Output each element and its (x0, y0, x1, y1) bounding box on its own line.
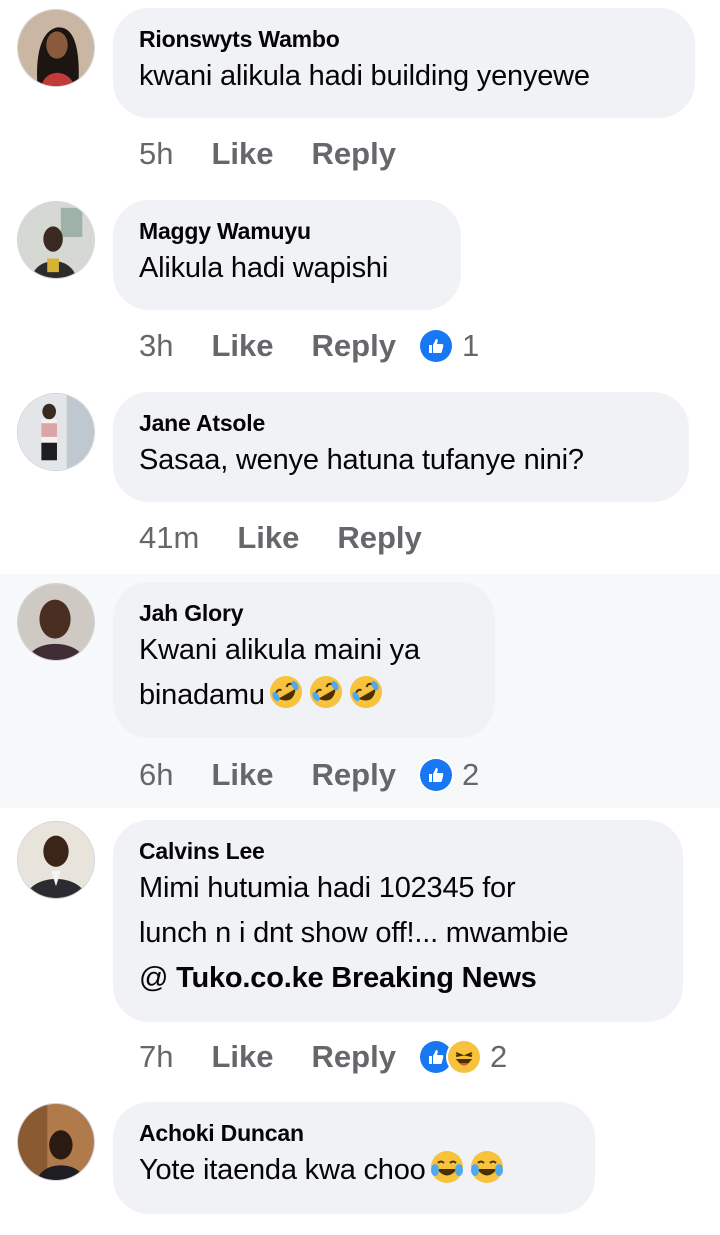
avatar[interactable] (17, 821, 95, 899)
rolling-on-floor-laughing-emoji (349, 676, 382, 708)
reaction-count: 2 (489, 1039, 508, 1074)
like-button[interactable]: Like (211, 136, 273, 172)
comment-text-part: binadamu (139, 679, 265, 711)
comment-bubble: Rionswyts Wambo kwani alikula hadi build… (113, 8, 695, 118)
comment-item: Jane Atsole Sasaa, wenye hatuna tufanye … (0, 384, 720, 574)
avatar[interactable] (17, 201, 95, 279)
comment-actions: 3h Like Reply 1 (139, 324, 479, 368)
comment-actions: 7h Like Reply 2 (139, 1035, 507, 1079)
comment-text: Sasaa, wenye hatuna tufanye nini? (139, 444, 584, 476)
comment-item: Rionswyts Wambo kwani alikula hadi build… (0, 0, 720, 192)
comment-time[interactable]: 3h (139, 328, 173, 364)
comment-author[interactable]: Maggy Wamuyu (139, 216, 435, 246)
like-button[interactable]: Like (211, 328, 273, 364)
reply-button[interactable]: Reply (312, 757, 396, 793)
reply-button[interactable]: Reply (312, 136, 396, 172)
comment-text: Yote itaenda kwa choo (139, 1148, 569, 1193)
comment-text-line: Mimi hutumia hadi 102345 for (139, 872, 516, 904)
comment-item: Calvins Lee Mimi hutumia hadi 102345 for… (0, 808, 720, 1092)
like-button[interactable]: Like (211, 1039, 273, 1075)
comment-bubble: Calvins Lee Mimi hutumia hadi 102345 for… (113, 820, 683, 1022)
comment-item: Achoki Duncan Yote itaenda kwa choo (0, 1092, 720, 1235)
comment-text: Mimi hutumia hadi 102345 for lunch n i d… (139, 866, 657, 1001)
comment-time[interactable]: 7h (139, 1039, 173, 1075)
avatar[interactable] (17, 9, 95, 87)
comment-actions: 41m Like Reply (139, 516, 460, 560)
comment-item: Jah Glory Kwani alikula maini ya binadam… (0, 574, 720, 808)
comment-text-line: @ Tuko.co.ke Breaking News (139, 956, 657, 1001)
comment-text-line: Kwani alikula maini ya (139, 634, 420, 666)
comment-text: Kwani alikula maini ya binadamu (139, 628, 469, 718)
comment-bubble: Jane Atsole Sasaa, wenye hatuna tufanye … (113, 392, 689, 502)
comment-time[interactable]: 41m (139, 520, 199, 556)
avatar[interactable] (17, 393, 95, 471)
like-button[interactable]: Like (211, 757, 273, 793)
comment-time[interactable]: 6h (139, 757, 173, 793)
comment-author[interactable]: Rionswyts Wambo (139, 24, 669, 54)
comment-author[interactable]: Jah Glory (139, 598, 469, 628)
rolling-on-floor-laughing-emoji (269, 676, 302, 708)
comment-actions: 5h Like Reply (139, 132, 434, 176)
comment-author[interactable]: Jane Atsole (139, 408, 663, 438)
face-with-tears-of-joy-emoji (430, 1151, 463, 1183)
reply-button[interactable]: Reply (312, 328, 396, 364)
page-mention-link[interactable]: Tuko.co.ke Breaking News (176, 962, 537, 994)
comment-text-line: binadamu (139, 673, 469, 718)
comment-author[interactable]: Achoki Duncan (139, 1118, 569, 1148)
comment-text-part: Yote itaenda kwa choo (139, 1154, 426, 1186)
avatar[interactable] (17, 1103, 95, 1181)
comment-text: Alikula hadi wapishi (139, 252, 389, 284)
comment-bubble: Maggy Wamuyu Alikula hadi wapishi (113, 200, 461, 310)
reaction-count: 2 (461, 757, 480, 792)
reaction-count: 1 (461, 328, 480, 363)
reaction-summary[interactable]: 2 (419, 757, 480, 793)
comment-actions: 6h Like Reply 2 (139, 753, 479, 797)
comment-bubble: Jah Glory Kwani alikula maini ya binadam… (113, 582, 495, 738)
reply-button[interactable]: Reply (337, 520, 421, 556)
like-icon (419, 759, 452, 791)
comment-bubble: Achoki Duncan Yote itaenda kwa choo (113, 1102, 595, 1214)
face-with-tears-of-joy-emoji (470, 1151, 503, 1183)
comment-text-line: lunch n i dnt show off!... mwambie (139, 917, 569, 949)
avatar[interactable] (17, 583, 95, 661)
rolling-on-floor-laughing-emoji (309, 676, 342, 708)
haha-icon (447, 1041, 480, 1073)
comment-item: Maggy Wamuyu Alikula hadi wapishi 3h Lik… (0, 192, 720, 384)
comment-time[interactable]: 5h (139, 136, 173, 172)
like-icon (419, 330, 452, 362)
mention-prefix: @ (139, 962, 177, 994)
reply-button[interactable]: Reply (312, 1039, 396, 1075)
comment-text: kwani alikula hadi building yenyewe (139, 60, 590, 92)
comment-thread: Rionswyts Wambo kwani alikula hadi build… (0, 0, 720, 1235)
reaction-summary[interactable]: 1 (419, 328, 480, 364)
like-button[interactable]: Like (237, 520, 299, 556)
reaction-summary[interactable]: 2 (419, 1039, 508, 1075)
comment-author[interactable]: Calvins Lee (139, 836, 657, 866)
